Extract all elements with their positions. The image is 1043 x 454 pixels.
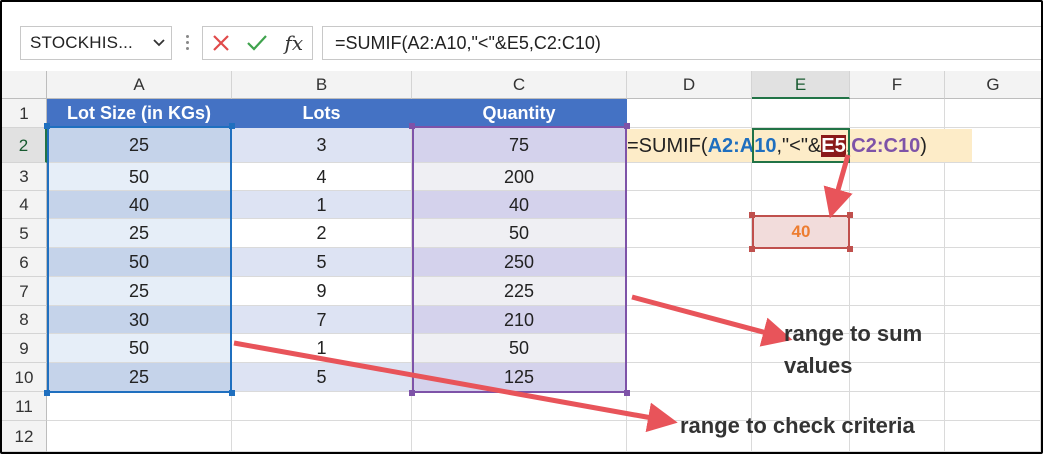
range-resize-handle[interactable] (229, 123, 235, 129)
range-resize-handle[interactable] (229, 390, 235, 396)
chevron-down-icon[interactable] (147, 35, 171, 51)
range-resize-handle[interactable] (749, 212, 755, 218)
annotation-sum-range: range to sum values (784, 318, 922, 382)
annotation-arrows (233, 154, 853, 433)
formula-input[interactable]: =SUMIF(A2:A10,"<"&E5,C2:C10) (322, 26, 1041, 60)
range-resize-handle[interactable] (409, 123, 415, 129)
range-resize-handle[interactable] (847, 212, 853, 218)
formula-buttons: fx (202, 26, 313, 60)
worksheet-grid: A B C D E F G 1 2 3 4 5 6 7 8 9 10 11 12 Lot Size (… (2, 71, 1041, 452)
insert-function-button[interactable]: fx (280, 29, 308, 57)
annotation-sum-range-line2: values (784, 353, 853, 378)
arrow-to-criteria-label (233, 340, 678, 433)
checkmark-icon[interactable] (243, 29, 271, 57)
close-x-icon[interactable] (207, 29, 235, 57)
excel-window: STOCKHIS... fx =SUMIF(A2:A10,"<"&E5,C2:C… (0, 0, 1043, 454)
annotation-sum-range-line1: range to sum (784, 321, 923, 346)
range-resize-handle[interactable] (624, 390, 630, 396)
range-resize-handle[interactable] (847, 246, 853, 252)
range-resize-handle[interactable] (749, 246, 755, 252)
name-box-text: STOCKHIS... (30, 33, 133, 52)
arrow-to-sum-range-label (631, 294, 793, 347)
annotation-criteria-range: range to check criteria (680, 413, 915, 438)
arrow-to-result (823, 154, 853, 219)
range-resize-handle[interactable] (409, 390, 415, 396)
drag-handle-icon[interactable] (182, 32, 192, 56)
range-resize-handle[interactable] (44, 123, 50, 129)
name-box[interactable]: STOCKHIS... (20, 26, 172, 60)
formula-bar: STOCKHIS... fx =SUMIF(A2:A10,"<"&E5,C2:C… (2, 2, 1041, 68)
range-resize-handle[interactable] (624, 123, 630, 129)
range-resize-handle[interactable] (44, 390, 50, 396)
